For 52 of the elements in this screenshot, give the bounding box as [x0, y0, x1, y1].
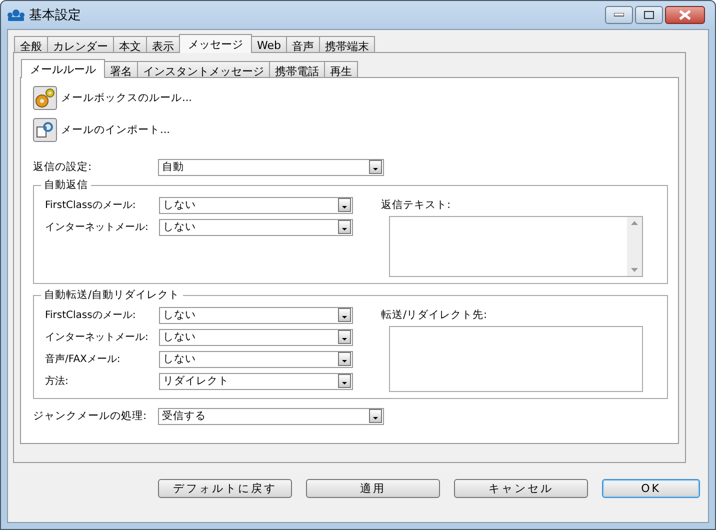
scroll-down-icon[interactable] — [631, 268, 638, 272]
gears-icon[interactable] — [33, 86, 57, 110]
dropdown[interactable]: リダイレクト — [159, 372, 353, 390]
action-link[interactable]: メールボックスのルール... — [61, 91, 192, 105]
scroll-up-icon[interactable] — [631, 221, 638, 225]
field-label: 返信テキスト: — [381, 198, 452, 213]
close-button[interactable] — [665, 6, 705, 24]
tab[interactable]: 携帯電話 — [269, 61, 325, 77]
tab[interactable]: Web — [251, 36, 287, 52]
dropdown[interactable]: しない — [159, 350, 353, 368]
field-label: 音声/FAXメール: — [45, 352, 122, 366]
tab[interactable]: 署名 — [104, 61, 138, 77]
tab[interactable]: メールルール — [21, 59, 105, 78]
close-icon — [679, 10, 691, 20]
group-title: 自動転送/自動リダイレクト — [43, 288, 181, 302]
window-title: 基本設定 — [29, 7, 82, 24]
maximize-icon — [644, 11, 654, 19]
field-label: 転送/リダイレクト先: — [381, 308, 488, 323]
tab[interactable]: カレンダー — [47, 36, 114, 52]
dropdown[interactable]: 自動 — [158, 158, 384, 176]
field-label: FirstClassのメール: — [45, 309, 137, 322]
scrollbar[interactable] — [627, 217, 642, 276]
dialog-button[interactable]: OK — [602, 479, 700, 498]
dropdown[interactable]: しない — [159, 306, 353, 324]
action-link[interactable]: メールのインポート... — [61, 123, 170, 137]
minimize-button[interactable] — [605, 6, 633, 24]
group-title: 自動返信 — [43, 178, 89, 192]
dialog-button[interactable]: キャンセル — [454, 479, 588, 498]
import-icon[interactable] — [33, 118, 57, 142]
dropdown[interactable]: しない — [159, 328, 353, 346]
tab[interactable]: 再生 — [324, 61, 358, 77]
field-label: インターネットメール: — [45, 221, 150, 234]
tab[interactable]: 全般 — [14, 36, 48, 52]
dialog-button[interactable]: 適用 — [306, 479, 440, 498]
tab[interactable]: 音声 — [286, 36, 320, 52]
tab[interactable]: 表示 — [146, 36, 180, 52]
dropdown[interactable]: しない — [159, 196, 353, 214]
field-label: 返信の設定: — [33, 160, 93, 174]
tab[interactable]: 携帯端末 — [318, 36, 375, 52]
field-label: インターネットメール: — [45, 331, 150, 344]
field-label: 方法: — [45, 374, 70, 388]
tab[interactable]: 本文 — [113, 36, 147, 52]
field-label: FirstClassのメール: — [45, 199, 137, 212]
minimize-icon — [614, 13, 624, 17]
app-icon — [7, 8, 25, 22]
field-label: ジャンクメールの処理: — [33, 409, 148, 423]
tab[interactable]: メッセージ — [179, 34, 252, 53]
dropdown[interactable]: しない — [159, 218, 353, 236]
dialog-button[interactable]: デフォルトに戻す — [158, 479, 292, 498]
maximize-button[interactable] — [635, 6, 663, 24]
dropdown[interactable]: 受信する — [158, 408, 384, 424]
tab[interactable]: インスタントメッセージ — [137, 61, 270, 77]
